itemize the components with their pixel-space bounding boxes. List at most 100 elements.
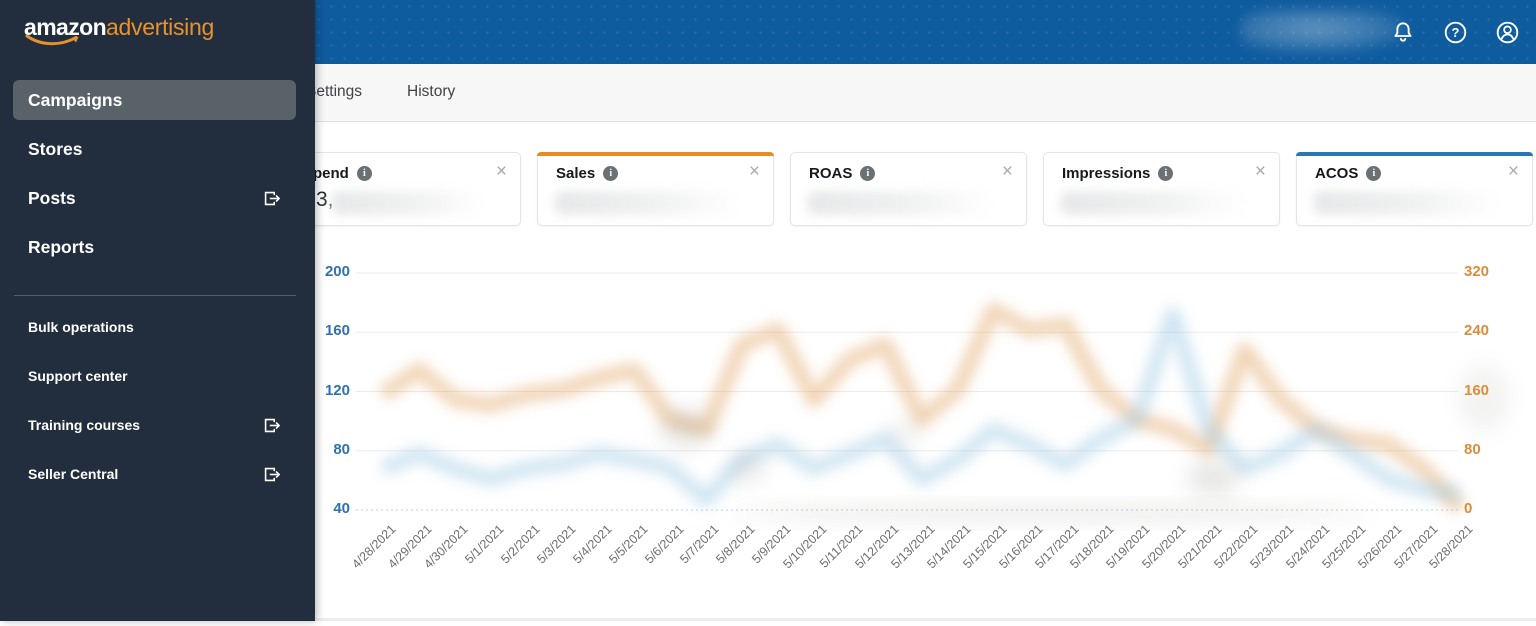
logo-advertising-text: advertising [106, 14, 214, 40]
card-accent-bar [537, 152, 774, 156]
x-axis-date-label: 5/23/2021 [1247, 522, 1297, 572]
redacted-value [554, 191, 739, 215]
header-icon-group: ? [1388, 0, 1522, 64]
metric-card-acos[interactable]: ACOS i × [1296, 152, 1533, 226]
redacted-value [1313, 191, 1498, 215]
card-metric-label: ACOS [1315, 165, 1359, 182]
x-axis-date-label: 5/21/2021 [1175, 522, 1225, 572]
account-button[interactable] [1492, 17, 1522, 47]
metric-card-roas[interactable]: ROAS i × [790, 152, 1027, 226]
close-icon[interactable]: × [1255, 162, 1266, 181]
tab-history[interactable]: History [407, 83, 455, 101]
external-link-icon [262, 465, 281, 484]
sidebar-item-label: Stores [28, 138, 83, 159]
sidebar-item-label: Posts [28, 187, 76, 208]
x-axis-date-label: 5/11/2021 [817, 522, 866, 571]
question-circle-icon: ? [1444, 21, 1466, 43]
sidebar-item-campaigns[interactable]: Campaigns [13, 80, 296, 120]
x-axis-date-label: 5/2/2021 [498, 522, 543, 567]
x-axis-date-label: 4/30/2021 [421, 522, 471, 572]
x-axis-date-label: 5/5/2021 [605, 522, 651, 567]
card-accent-bar [1296, 152, 1533, 156]
sidebar-item-reports[interactable]: Reports [13, 227, 296, 267]
right-axis-tick-label: 240 [1464, 322, 1490, 340]
external-link-icon [262, 416, 281, 435]
x-axis-date-label: 5/28/2021 [1426, 522, 1476, 572]
x-axis-date-label: 5/24/2021 [1283, 522, 1333, 572]
x-axis-date-label: 5/3/2021 [534, 522, 579, 567]
sidebar-item-label: Reports [28, 236, 95, 257]
sidebar-primary-nav: Campaigns Stores Posts Reports [0, 80, 315, 276]
redacted-value [807, 191, 992, 215]
x-axis-date-label: 5/6/2021 [641, 522, 687, 567]
x-axis-date-label: 5/26/2021 [1354, 522, 1405, 572]
card-label-row: ACOS i [1315, 165, 1382, 182]
x-axis-date-label: 5/7/2021 [677, 522, 723, 567]
card-label-row: ROAS i [809, 165, 876, 182]
close-icon[interactable]: × [496, 162, 507, 181]
x-axis-date-label: 5/4/2021 [569, 522, 615, 567]
redacted-value [1060, 191, 1245, 215]
x-axis-date-label: 5/16/2021 [995, 522, 1046, 572]
amazon-advertising-logo[interactable]: amazon advertising [24, 14, 214, 46]
sidebar-item-posts[interactable]: Posts [13, 178, 296, 218]
sidebar-item-label: Training courses [28, 417, 141, 433]
info-icon[interactable]: i [1158, 166, 1174, 181]
metric-card-spend[interactable]: Spend i × 3, [284, 152, 521, 226]
x-axis-date-label: 5/20/2021 [1139, 522, 1189, 572]
x-axis-date-label: 4/29/2021 [385, 522, 435, 572]
right-axis-tick-label: 0 [1464, 500, 1473, 517]
user-circle-icon [1496, 21, 1518, 43]
x-axis-date-label: 5/12/2021 [852, 522, 902, 572]
sidebar-item-seller-central[interactable]: Seller Central [13, 454, 296, 494]
close-icon[interactable]: × [1002, 162, 1013, 181]
sidebar: amazon advertising Campaigns Stores Posts R… [0, 0, 315, 621]
x-axis-date-label: 5/15/2021 [959, 522, 1010, 572]
help-button[interactable]: ? [1440, 17, 1470, 47]
sidebar-item-support-center[interactable]: Support center [13, 356, 296, 396]
card-metric-label: Impressions [1062, 165, 1151, 182]
sidebar-item-label: Bulk operations [28, 319, 134, 335]
metric-card-impressions[interactable]: Impressions i × [1043, 152, 1280, 226]
sidebar-item-label: Campaigns [28, 89, 123, 110]
right-axis-tick-label: 80 [1464, 440, 1481, 458]
sidebar-secondary-nav: Bulk operations Support center Training co… [0, 307, 315, 503]
x-axis-date-label: 5/25/2021 [1318, 522, 1369, 572]
info-icon[interactable]: i [603, 166, 619, 181]
x-axis-date-label: 5/19/2021 [1103, 522, 1153, 572]
redacted-account-info [1240, 9, 1408, 53]
card-label-row: Sales i [556, 165, 619, 182]
sidebar-item-label: Seller Central [28, 466, 119, 482]
bell-icon [1394, 22, 1412, 42]
info-icon[interactable]: i [1366, 166, 1382, 181]
x-axis-date-label: 5/27/2021 [1390, 522, 1441, 572]
redacted-value [331, 191, 483, 215]
x-axis-date-label: 5/1/2021 [462, 522, 507, 567]
external-link-icon [262, 189, 281, 208]
info-icon[interactable]: i [356, 166, 372, 181]
card-metric-label: ROAS [809, 165, 853, 182]
close-icon[interactable]: × [749, 162, 760, 181]
x-axis-date-label: 5/17/2021 [1031, 522, 1082, 572]
sidebar-item-label: Support center [28, 368, 128, 384]
sidebar-item-stores[interactable]: Stores [13, 129, 296, 169]
x-axis-date-label: 5/18/2021 [1067, 522, 1117, 572]
metric-card-sales[interactable]: Sales i × [537, 152, 774, 226]
info-icon[interactable]: i [860, 166, 876, 181]
x-axis-date-label: 4/28/2021 [349, 522, 399, 572]
close-icon[interactable]: × [1508, 162, 1519, 181]
x-axis-date-label: 5/22/2021 [1211, 522, 1261, 572]
sidebar-item-training-courses[interactable]: Training courses [13, 405, 296, 445]
svg-text:?: ? [1451, 25, 1459, 40]
amazon-smile-icon [25, 34, 79, 46]
right-axis-tick-label: 320 [1464, 263, 1490, 280]
logo-amazon-text: amazon [24, 14, 107, 46]
sidebar-item-bulk-operations[interactable]: Bulk operations [13, 307, 296, 347]
x-axis-date-label: 5/13/2021 [888, 522, 938, 572]
right-axis-tick-label: 160 [1464, 381, 1490, 399]
notifications-bell-button[interactable] [1388, 17, 1418, 47]
x-axis-date-label: 5/14/2021 [924, 522, 974, 572]
x-axis-date-label: 5/8/2021 [713, 522, 758, 567]
card-label-row: Impressions i [1062, 165, 1174, 182]
sidebar-divider [14, 295, 296, 296]
